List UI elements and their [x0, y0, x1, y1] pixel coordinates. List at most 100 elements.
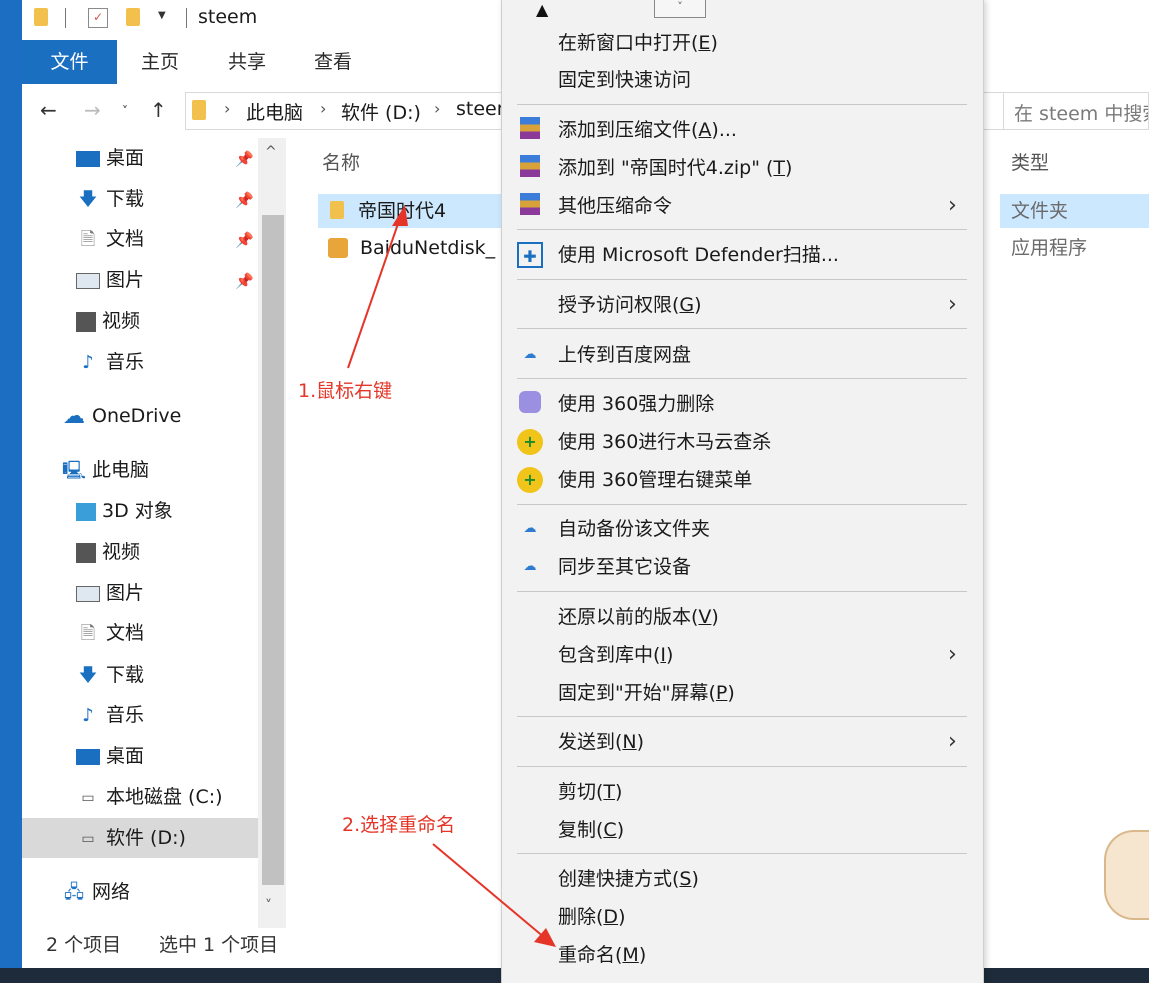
mascot-sticker: [1104, 830, 1149, 920]
back-arrow-icon[interactable]: ←: [40, 98, 57, 122]
document-icon: 🗎: [80, 228, 96, 250]
menu-item-13[interactable]: 还原以前的版本(V): [502, 599, 982, 635]
tab-view[interactable]: 查看: [298, 40, 368, 84]
menu-item-6[interactable]: 授予访问权限(G): [502, 287, 982, 323]
network-icon: 🖧: [63, 881, 85, 903]
column-header-name[interactable]: 名称: [322, 148, 360, 175]
nav-item-network[interactable]: 🖧 网络: [62, 874, 130, 910]
breadcrumb-this-pc[interactable]: 此电脑: [246, 98, 303, 125]
menu-item-12[interactable]: 同步至其它设备: [502, 549, 982, 585]
nav-item-documents[interactable]: 🗎 文档: [76, 221, 144, 257]
menu-item-14[interactable]: 包含到库中(I): [502, 637, 982, 673]
menu-item-8[interactable]: 使用 360强力删除: [502, 386, 982, 422]
menu-item-11[interactable]: 自动备份该文件夹: [502, 511, 982, 547]
menu-scroll-up-icon[interactable]: ▲: [536, 0, 548, 19]
menu-item-10[interactable]: 使用 360管理右键菜单: [502, 462, 982, 498]
menu-item-9[interactable]: 使用 360进行木马云查杀: [502, 424, 982, 460]
file-row[interactable]: 帝国时代4: [318, 194, 502, 228]
nav-scrollbar-thumb[interactable]: [262, 215, 284, 885]
breadcrumb-drive-d[interactable]: 软件 (D:): [341, 98, 421, 125]
folder-icon: [330, 201, 344, 219]
nav-item-desktop-pc[interactable]: 桌面: [76, 738, 144, 774]
nav-item-drive-c[interactable]: ▭ 本地磁盘 (C:): [76, 779, 222, 815]
file-name: 帝国时代4: [358, 200, 447, 222]
forward-arrow-icon[interactable]: →: [84, 98, 101, 122]
menu-item-3[interactable]: 添加到 "帝国时代4.zip" (T): [502, 150, 982, 186]
menu-item-20[interactable]: 删除(D): [502, 899, 982, 935]
breadcrumb-chevron-icon[interactable]: ›: [320, 99, 326, 118]
recent-locations-chevron-icon[interactable]: ˅: [122, 104, 128, 118]
menu-item-4[interactable]: 其他压缩命令: [502, 188, 982, 224]
menu-separator: [517, 378, 967, 379]
tab-home[interactable]: 主页: [125, 40, 195, 84]
picture-icon: [76, 585, 100, 602]
menu-item-21[interactable]: 重命名(M): [502, 937, 982, 973]
up-arrow-icon[interactable]: ↑: [150, 98, 167, 122]
desktop-background: [0, 0, 22, 983]
menu-item-2[interactable]: 添加到压缩文件(A)...: [502, 112, 982, 148]
cloud-icon: ☁: [63, 403, 85, 429]
breadcrumb-chevron-icon[interactable]: ›: [434, 99, 440, 118]
menu-separator: [517, 104, 967, 105]
nav-item-pictures-pc[interactable]: 图片: [76, 575, 144, 611]
file-row[interactable]: BaiduNetdisk_: [318, 231, 502, 265]
menu-separator: [517, 716, 967, 717]
nav-item-documents-pc[interactable]: 🗎 文档: [76, 615, 144, 651]
file-type: 文件夹: [1011, 200, 1069, 222]
nav-item-downloads-pc[interactable]: 🡇 下载: [76, 657, 144, 693]
submenu-chevron-icon: ›: [948, 193, 957, 218]
nav-item-videos-pc[interactable]: 视频: [76, 534, 140, 570]
menu-separator: [517, 328, 967, 329]
pin-icon[interactable]: 📌: [235, 231, 254, 249]
nav-item-onedrive[interactable]: ☁ OneDrive: [62, 398, 181, 434]
menu-item-16[interactable]: 发送到(N): [502, 724, 982, 760]
folder-icon: [192, 100, 206, 120]
video-icon: [76, 311, 96, 332]
menu-separator: [517, 279, 967, 280]
submenu-chevron-icon: ›: [948, 729, 957, 754]
pin-icon[interactable]: 📌: [235, 272, 254, 290]
music-icon: ♪: [82, 351, 94, 373]
menu-separator: [517, 853, 967, 854]
music-icon: ♪: [82, 704, 94, 726]
properties-check-icon[interactable]: ✓: [88, 8, 108, 28]
window-title: steem: [198, 6, 258, 28]
submenu-chevron-icon: ›: [948, 642, 957, 667]
menu-item-0[interactable]: 在新窗口中打开(E): [502, 25, 982, 61]
pin-icon[interactable]: 📌: [235, 191, 254, 209]
menu-item-5[interactable]: 使用 Microsoft Defender扫描...: [502, 237, 982, 273]
nav-item-music[interactable]: ♪ 音乐: [76, 344, 144, 380]
pin-icon[interactable]: 📌: [235, 150, 254, 168]
new-folder-icon[interactable]: [126, 8, 140, 26]
search-input[interactable]: 在 steem 中搜索: [1003, 92, 1149, 130]
menu-collapse-chevron-icon[interactable]: ˅: [654, 0, 706, 18]
menu-item-1[interactable]: 固定到快速访问: [502, 62, 982, 98]
nav-item-3d-objects[interactable]: 3D 对象: [76, 493, 173, 529]
document-icon: 🗎: [80, 622, 96, 644]
quick-access-dropdown-icon[interactable]: ▼: [158, 10, 174, 28]
desktop-icon: [76, 150, 100, 167]
tab-file[interactable]: 文件: [22, 40, 117, 84]
menu-item-19[interactable]: 创建快捷方式(S): [502, 861, 982, 897]
scroll-down-icon[interactable]: ˅: [265, 898, 272, 914]
menu-separator: [517, 229, 967, 230]
nav-item-pictures[interactable]: 图片: [76, 262, 144, 298]
column-header-type[interactable]: 类型: [1011, 148, 1049, 175]
nav-item-downloads[interactable]: 🡇 下载: [76, 181, 144, 217]
menu-item-17[interactable]: 剪切(T): [502, 774, 982, 810]
download-icon: 🡇: [78, 188, 98, 210]
menu-item-7[interactable]: 上传到百度网盘: [502, 337, 982, 373]
tab-share[interactable]: 共享: [212, 40, 282, 84]
nav-item-desktop[interactable]: 桌面: [76, 140, 144, 176]
menu-item-15[interactable]: 固定到"开始"屏幕(P): [502, 675, 982, 711]
scroll-up-icon[interactable]: ^: [265, 144, 277, 160]
menu-item-18[interactable]: 复制(C): [502, 812, 982, 848]
nav-item-this-pc[interactable]: 🖳 此电脑: [62, 452, 149, 488]
nav-item-music-pc[interactable]: ♪ 音乐: [76, 697, 144, 733]
picture-icon: [76, 272, 100, 289]
download-icon: 🡇: [78, 664, 98, 686]
breadcrumb-chevron-icon[interactable]: ›: [224, 99, 230, 118]
nav-item-drive-d[interactable]: ▭ 软件 (D:): [76, 820, 186, 856]
drive-c-icon: ▭: [81, 789, 95, 806]
nav-item-videos[interactable]: 视频: [76, 303, 140, 339]
